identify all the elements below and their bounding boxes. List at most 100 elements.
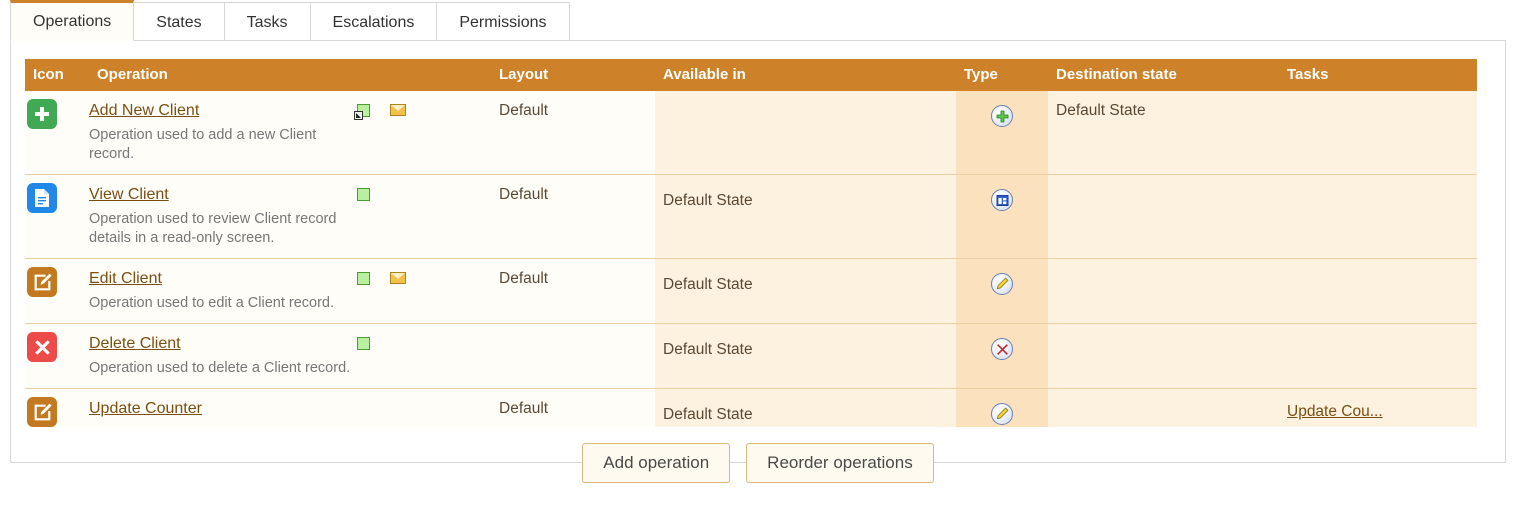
destination-state-value <box>1048 389 1279 400</box>
table-body: Add New ClientOperation used to add a ne… <box>25 91 1477 427</box>
available-in-value: Default State <box>655 175 956 210</box>
tab-operations[interactable]: Operations <box>10 0 134 41</box>
cell-tasks <box>1279 175 1477 259</box>
layout-value: Default <box>491 259 655 288</box>
cell-tasks <box>1279 324 1477 389</box>
edit-icon <box>27 397 57 427</box>
cell-flags <box>355 259 491 324</box>
cell-available-in: Default State <box>655 259 956 324</box>
reorder-operations-button[interactable]: Reorder operations <box>746 443 934 483</box>
tab-states-label: States <box>156 14 201 31</box>
view-icon <box>991 189 1013 211</box>
cell-operation: Edit Client Operation used to edit a Clie… <box>89 259 355 324</box>
task-link[interactable]: Update Cou... <box>1279 389 1477 421</box>
cell-icon <box>25 91 89 175</box>
screen-icon <box>357 272 370 285</box>
operation-link[interactable]: View Client <box>89 186 169 204</box>
cell-icon <box>25 259 89 324</box>
edit-icon <box>991 403 1013 425</box>
cell-destination-state <box>1048 324 1279 389</box>
layout-value: Default <box>491 175 655 204</box>
column-header-operation: Operation <box>89 59 355 91</box>
layout-value: Default <box>491 389 655 418</box>
cell-flags <box>355 91 491 175</box>
column-header-layout: Layout <box>491 59 655 91</box>
cell-layout: Default <box>491 91 655 175</box>
cell-available-in: Default State <box>655 389 956 428</box>
operation-description: Operation used to review Client record d… <box>89 210 355 248</box>
screen-icon <box>357 337 370 350</box>
cell-available-in: Default State <box>655 175 956 259</box>
cell-type <box>956 259 1048 324</box>
destination-state-value <box>1048 175 1279 186</box>
cell-icon <box>25 324 89 389</box>
delete-icon <box>27 332 57 362</box>
table-row: Edit Client Operation used to edit a Clie… <box>25 259 1477 324</box>
document-icon <box>27 183 57 213</box>
available-in-value <box>655 91 956 108</box>
plus-icon <box>27 99 57 129</box>
table-header: Icon Operation Layout Available in Type … <box>25 59 1477 91</box>
column-header-destination-state: Destination state <box>1048 59 1279 91</box>
table-row: View Client Operation used to review Clie… <box>25 175 1477 259</box>
type-icon-wrapper <box>956 389 1048 425</box>
cell-layout <box>491 324 655 389</box>
available-in-value: Default State <box>655 259 956 294</box>
column-header-tasks: Tasks <box>1279 59 1477 91</box>
destination-state-value <box>1048 259 1279 270</box>
tab-tasks[interactable]: Tasks <box>224 2 311 41</box>
cell-layout: Default <box>491 259 655 324</box>
table-header-row: Icon Operation Layout Available in Type … <box>25 59 1477 91</box>
operation-description: Operation used to edit a Client record. <box>89 294 355 313</box>
flag-group <box>355 389 491 422</box>
cell-type <box>956 324 1048 389</box>
column-header-type: Type <box>956 59 1048 91</box>
cell-available-in <box>655 91 956 175</box>
tab-escalations[interactable]: Escalations <box>310 2 438 41</box>
operation-link[interactable]: Update Counter <box>89 400 202 418</box>
cell-tasks <box>1279 91 1477 175</box>
edit-icon <box>27 267 57 297</box>
cell-operation: Delete Client Operation used to delete a … <box>89 324 355 389</box>
destination-state-value <box>1048 324 1279 335</box>
cell-tasks: Update Cou... <box>1279 389 1477 428</box>
tab-bar: Operations States Tasks Escalations Perm… <box>0 0 1516 41</box>
destination-state-value: Default State <box>1048 91 1279 120</box>
cell-operation: Update Counter <box>89 389 355 428</box>
cell-type <box>956 91 1048 175</box>
type-icon-wrapper <box>956 259 1048 295</box>
tab-states[interactable]: States <box>133 2 224 41</box>
cell-available-in: Default State <box>655 324 956 389</box>
screen-popup-icon <box>357 104 370 117</box>
cell-destination-state <box>1048 259 1279 324</box>
operation-link[interactable]: Add New Client <box>89 102 199 120</box>
tab-permissions-label: Permissions <box>459 14 546 31</box>
cell-flags <box>355 175 491 259</box>
type-icon-wrapper <box>956 324 1048 360</box>
flag-group <box>355 175 491 208</box>
cell-icon <box>25 389 89 428</box>
cell-flags <box>355 324 491 389</box>
email-icon <box>390 104 406 116</box>
create-icon <box>991 105 1013 127</box>
table-row: Add New ClientOperation used to add a ne… <box>25 91 1477 175</box>
edit-icon <box>991 273 1013 295</box>
operation-link[interactable]: Delete Client <box>89 335 181 353</box>
screen-icon <box>357 188 370 201</box>
operations-table: Icon Operation Layout Available in Type … <box>25 59 1477 427</box>
flag-group <box>355 324 491 357</box>
cell-tasks <box>1279 259 1477 324</box>
cell-layout: Default <box>491 389 655 428</box>
tab-operations-label: Operations <box>33 13 111 30</box>
cell-destination-state <box>1048 389 1279 428</box>
tab-permissions[interactable]: Permissions <box>436 2 569 41</box>
layout-value: Default <box>491 91 655 120</box>
type-icon-wrapper <box>956 91 1048 127</box>
delete-icon <box>991 338 1013 360</box>
operation-description: Operation used to delete a Client record… <box>89 359 355 378</box>
operation-link[interactable]: Edit Client <box>89 270 162 288</box>
add-operation-button[interactable]: Add operation <box>582 443 730 483</box>
tab-tasks-label: Tasks <box>247 14 288 31</box>
tab-escalations-label: Escalations <box>333 14 415 31</box>
available-in-value: Default State <box>655 324 956 359</box>
